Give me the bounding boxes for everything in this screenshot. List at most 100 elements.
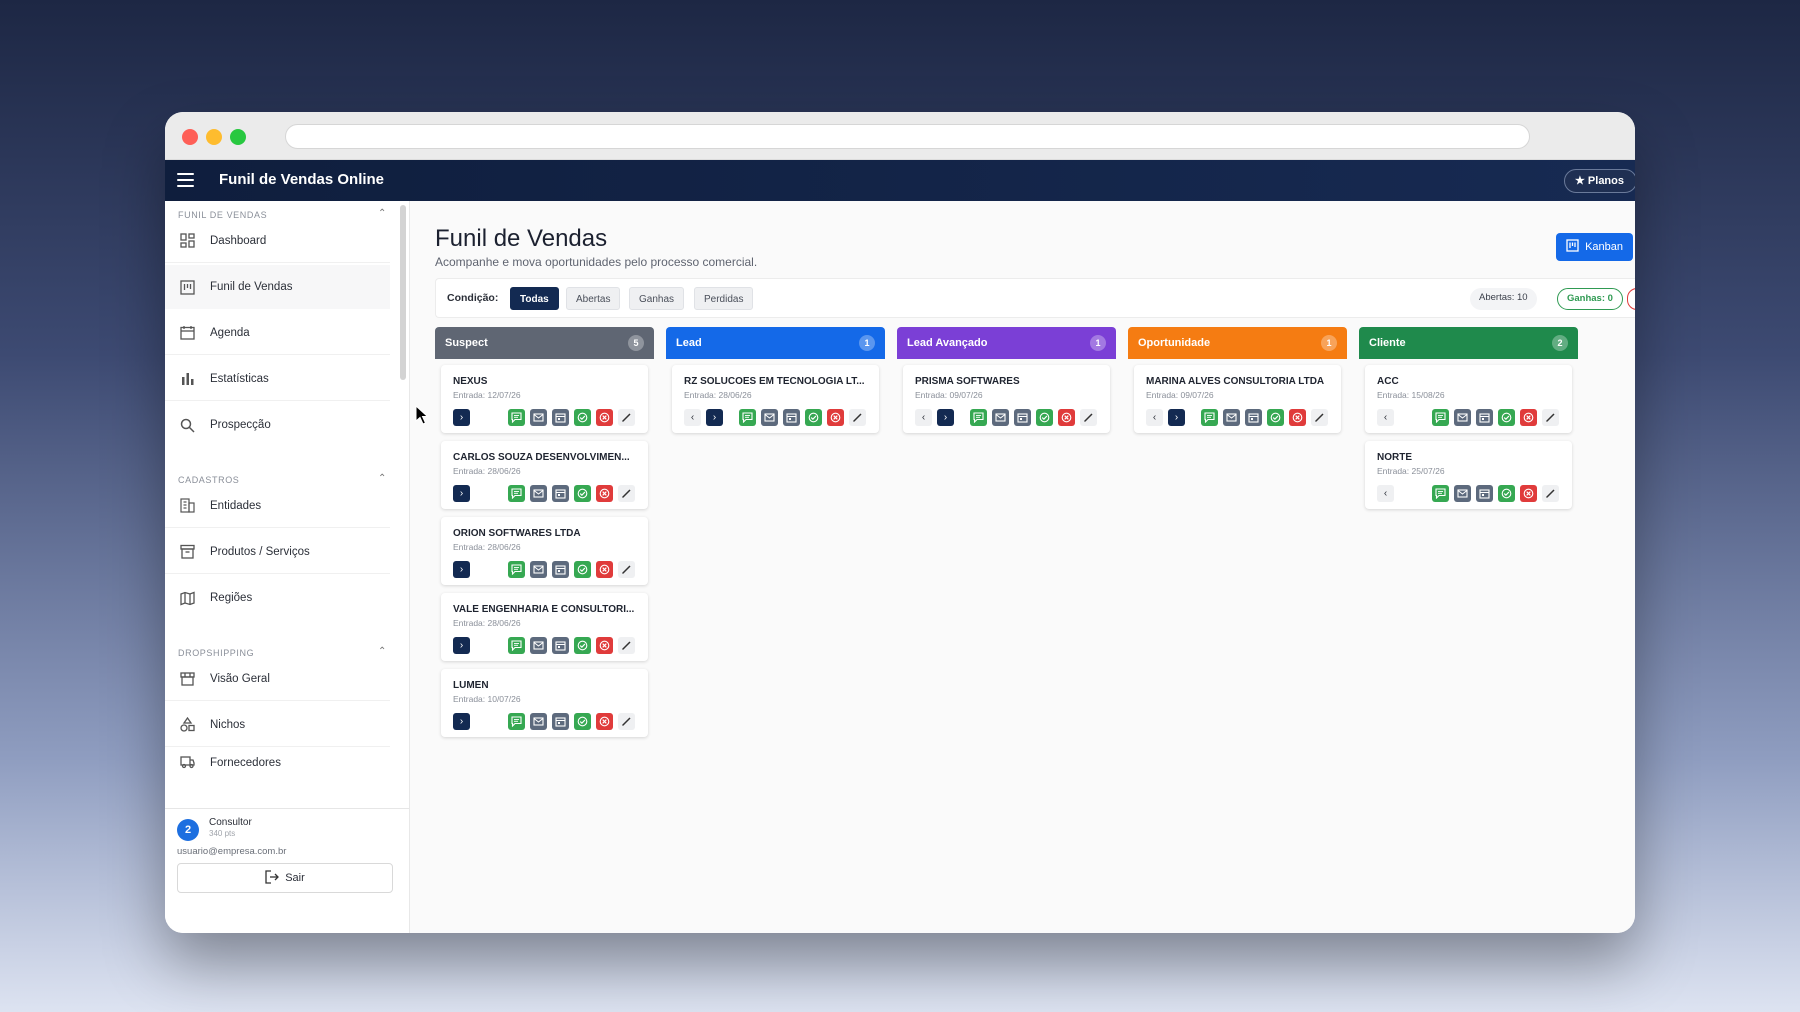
move-next-button[interactable]: › [453, 637, 470, 654]
move-previous-button[interactable]: ‹ [1146, 409, 1163, 426]
sidebar-item-entidades[interactable]: Entidades [165, 484, 390, 528]
sidebar-item-visao-geral[interactable]: Visão Geral [165, 657, 390, 701]
mark-lost-button[interactable] [827, 409, 844, 426]
schedule-button[interactable] [552, 485, 569, 502]
sidebar-item-regioes[interactable]: Regiões [165, 576, 390, 620]
filter-todas[interactable]: Todas [510, 287, 559, 310]
whatsapp-button[interactable] [970, 409, 987, 426]
edit-button[interactable] [618, 713, 635, 730]
move-next-button[interactable]: › [453, 409, 470, 426]
address-bar[interactable] [285, 124, 1530, 149]
mark-won-button[interactable] [1498, 485, 1515, 502]
email-button[interactable] [530, 561, 547, 578]
move-previous-button[interactable]: ‹ [684, 409, 701, 426]
sidebar-item-agenda[interactable]: Agenda [165, 311, 390, 355]
email-button[interactable] [530, 713, 547, 730]
mark-lost-button[interactable] [1058, 409, 1075, 426]
mark-won-button[interactable] [574, 485, 591, 502]
move-next-button[interactable]: › [1168, 409, 1185, 426]
whatsapp-button[interactable] [508, 713, 525, 730]
whatsapp-button[interactable] [508, 561, 525, 578]
deal-card[interactable]: NEXUS Entrada: 12/07/26 › [441, 365, 648, 433]
sidebar-item-funil[interactable]: Funil de Vendas [165, 265, 390, 309]
mark-won-button[interactable] [574, 713, 591, 730]
plans-button[interactable]: ★ Planos [1563, 169, 1635, 193]
schedule-button[interactable] [1476, 409, 1493, 426]
close-window-button[interactable] [182, 129, 198, 145]
deal-card[interactable]: CARLOS SOUZA DESENVOLVIMEN... Entrada: 28… [441, 441, 648, 509]
schedule-button[interactable] [1245, 409, 1262, 426]
sidebar-item-estatisticas[interactable]: Estatísticas [165, 357, 390, 401]
minimize-window-button[interactable] [206, 129, 222, 145]
deal-card[interactable]: ACC Entrada: 15/08/26 ‹ [1365, 365, 1572, 433]
mark-won-button[interactable] [1267, 409, 1284, 426]
filter-abertas[interactable]: Abertas [566, 287, 621, 310]
email-button[interactable] [761, 409, 778, 426]
sidebar-item-produtos[interactable]: Produtos / Serviços [165, 530, 390, 574]
email-button[interactable] [1454, 409, 1471, 426]
avatar[interactable]: 2 [177, 819, 199, 841]
email-button[interactable] [992, 409, 1009, 426]
mark-won-button[interactable] [574, 561, 591, 578]
edit-button[interactable] [849, 409, 866, 426]
mark-lost-button[interactable] [596, 561, 613, 578]
deal-card[interactable]: VALE ENGENHARIA E CONSULTORI... Entrada: … [441, 593, 648, 661]
edit-button[interactable] [1542, 485, 1559, 502]
deal-card[interactable]: ORION SOFTWARES LTDA Entrada: 28/06/26 › [441, 517, 648, 585]
move-next-button[interactable]: › [453, 713, 470, 730]
whatsapp-button[interactable] [508, 485, 525, 502]
deal-card[interactable]: LUMEN Entrada: 10/07/26 › [441, 669, 648, 737]
mark-won-button[interactable] [574, 409, 591, 426]
filter-perdidas[interactable]: Perdidas [694, 287, 754, 310]
mark-lost-button[interactable] [1520, 409, 1537, 426]
deal-card[interactable]: NORTE Entrada: 25/07/26 ‹ [1365, 441, 1572, 509]
edit-button[interactable] [618, 561, 635, 578]
deal-card[interactable]: PRISMA SOFTWARES Entrada: 09/07/26 ‹ › [903, 365, 1110, 433]
mark-lost-button[interactable] [596, 409, 613, 426]
schedule-button[interactable] [552, 637, 569, 654]
sidebar-item-dashboard[interactable]: Dashboard [165, 219, 390, 263]
sidebar-scrollbar[interactable] [400, 205, 406, 380]
mark-won-button[interactable] [574, 637, 591, 654]
schedule-button[interactable] [1476, 485, 1493, 502]
whatsapp-button[interactable] [1432, 409, 1449, 426]
schedule-button[interactable] [552, 713, 569, 730]
email-button[interactable] [530, 409, 547, 426]
move-previous-button[interactable]: ‹ [915, 409, 932, 426]
mark-lost-button[interactable] [596, 637, 613, 654]
mark-won-button[interactable] [1498, 409, 1515, 426]
edit-button[interactable] [618, 409, 635, 426]
menu-icon[interactable] [177, 173, 194, 187]
edit-button[interactable] [618, 637, 635, 654]
move-next-button[interactable]: › [937, 409, 954, 426]
email-button[interactable] [1454, 485, 1471, 502]
edit-button[interactable] [1542, 409, 1559, 426]
whatsapp-button[interactable] [1432, 485, 1449, 502]
move-previous-button[interactable]: ‹ [1377, 485, 1394, 502]
mark-won-button[interactable] [805, 409, 822, 426]
move-previous-button[interactable]: ‹ [1377, 409, 1394, 426]
whatsapp-button[interactable] [1201, 409, 1218, 426]
maximize-window-button[interactable] [230, 129, 246, 145]
schedule-button[interactable] [552, 561, 569, 578]
sidebar-item-nichos[interactable]: Nichos [165, 703, 390, 747]
edit-button[interactable] [1080, 409, 1097, 426]
mark-won-button[interactable] [1036, 409, 1053, 426]
move-next-button[interactable]: › [706, 409, 723, 426]
filter-ganhas[interactable]: Ganhas [629, 287, 685, 310]
whatsapp-button[interactable] [508, 409, 525, 426]
edit-button[interactable] [1311, 409, 1328, 426]
email-button[interactable] [530, 637, 547, 654]
logout-button[interactable]: Sair [177, 863, 393, 893]
schedule-button[interactable] [552, 409, 569, 426]
mark-lost-button[interactable] [596, 713, 613, 730]
email-button[interactable] [530, 485, 547, 502]
schedule-button[interactable] [1014, 409, 1031, 426]
mark-lost-button[interactable] [596, 485, 613, 502]
move-next-button[interactable]: › [453, 485, 470, 502]
schedule-button[interactable] [783, 409, 800, 426]
mark-lost-button[interactable] [1289, 409, 1306, 426]
edit-button[interactable] [618, 485, 635, 502]
move-next-button[interactable]: › [453, 561, 470, 578]
sidebar-item-fornecedores[interactable]: Fornecedores [165, 749, 390, 769]
